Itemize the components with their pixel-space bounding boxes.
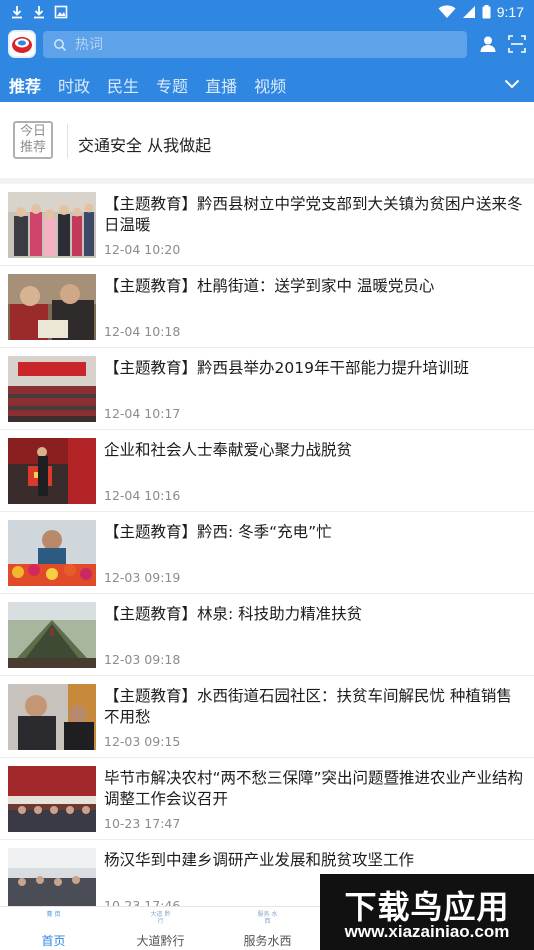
tab-live[interactable]: 直播 (205, 68, 237, 102)
news-thumbnail (8, 602, 96, 668)
category-tabs: 推荐 时政 民生 专题 直播 视频 (0, 68, 534, 102)
search-bar[interactable] (43, 31, 467, 58)
news-title: 【主题教育】林泉: 科技助力精准扶贫 (104, 605, 363, 623)
app-logo-icon (12, 37, 32, 53)
news-title: 【主题教育】水西街道石园社区：扶贫车间解民忧 种植销售不用愁 (104, 687, 512, 726)
battery-icon (482, 5, 491, 19)
home-icon: 育 页 (46, 911, 61, 918)
news-item[interactable]: 【主题教育】黔西: 冬季“充电”忙 12-03 09:19 (0, 512, 534, 594)
watermark: 下载鸟应用 www.xiazainiao.com (320, 874, 534, 950)
chevron-down-icon (504, 79, 520, 89)
news-time: 10-23 17:47 (104, 816, 181, 831)
tab-recommend[interactable]: 推荐 (9, 68, 41, 102)
user-button[interactable] (476, 32, 500, 56)
news-thumbnail (8, 438, 96, 504)
image-icon (54, 5, 68, 19)
news-title: 【主题教育】黔西: 冬季“充电”忙 (104, 523, 332, 541)
nav-service[interactable]: 服务 水西 服务水西 (214, 907, 321, 950)
news-title: 杨汉华到中建乡调研产业发展和脱贫攻坚工作 (104, 851, 415, 869)
app-logo[interactable] (8, 30, 36, 58)
news-item[interactable]: 【主题教育】林泉: 科技助力精准扶贫 12-03 09:18 (0, 594, 534, 676)
signal-icon (462, 6, 475, 18)
scan-icon (508, 35, 526, 53)
news-thumbnail (8, 684, 96, 750)
news-time: 12-04 10:18 (104, 324, 181, 339)
app-header: 推荐 时政 民生 专题 直播 视频 (0, 24, 534, 102)
tab-video[interactable]: 视频 (254, 68, 286, 102)
recommend-badge-line1: 今日 (19, 124, 46, 139)
tabs-expand-button[interactable] (500, 72, 524, 96)
user-icon (480, 36, 496, 52)
tab-livelihood[interactable]: 民生 (107, 68, 139, 102)
news-time: 12-03 09:15 (104, 734, 181, 749)
today-recommend[interactable]: 今日 推荐 交通安全 从我做起 (0, 102, 534, 184)
news-thumbnail (8, 192, 96, 258)
news-thumbnail (8, 766, 96, 832)
news-time: 12-04 10:16 (104, 488, 181, 503)
news-item[interactable]: 【主题教育】水西街道石园社区：扶贫车间解民忧 种植销售不用愁 12-03 09:… (0, 676, 534, 758)
watermark-url: www.xiazainiao.com (344, 922, 510, 941)
tab-politics[interactable]: 时政 (58, 68, 90, 102)
dadao-icon: 大道 黔行 (150, 911, 171, 925)
news-item[interactable]: 【主题教育】杜鹃街道：送学到家中 温暖党员心 12-04 10:18 (0, 266, 534, 348)
nav-label: 服务水西 (243, 934, 292, 948)
news-time: 12-04 10:20 (104, 242, 181, 257)
recommend-badge: 今日 推荐 (13, 121, 53, 159)
news-time: 12-03 09:19 (104, 570, 181, 585)
status-bar: 9:17 (0, 0, 534, 24)
nav-home[interactable]: 育 页 首页 (0, 907, 107, 950)
service-icon: 服务 水西 (257, 911, 278, 925)
status-right: 9:17 (438, 4, 524, 20)
news-item[interactable]: 【主题教育】黔西县举办2019年干部能力提升培训班 12-04 10:17 (0, 348, 534, 430)
scan-button[interactable] (505, 32, 529, 56)
news-item[interactable]: 毕节市解决农村“两不愁三保障”突出问题暨推进农业产业结构调整工作会议召开 10-… (0, 758, 534, 840)
recommend-badge-line2: 推荐 (19, 140, 46, 155)
news-list: 【主题教育】黔西县树立中学党支部到大关镇为贫困户送来冬日温暖 12-04 10:… (0, 184, 534, 922)
tab-topics[interactable]: 专题 (156, 68, 188, 102)
header-top-row (0, 24, 534, 64)
search-input[interactable] (75, 36, 435, 53)
wifi-icon (438, 5, 456, 18)
news-thumbnail (8, 274, 96, 340)
recommend-title[interactable]: 交通安全 从我做起 (78, 132, 211, 156)
status-time: 9:17 (496, 4, 524, 20)
news-thumbnail (8, 520, 96, 586)
news-item[interactable]: 企业和社会人士奉献爱心聚力战脱贫 12-04 10:16 (0, 430, 534, 512)
nav-label: 大道黔行 (136, 934, 185, 948)
news-title: 【主题教育】黔西县举办2019年干部能力提升培训班 (104, 359, 469, 377)
download-icon (12, 6, 22, 19)
news-time: 12-03 09:18 (104, 652, 181, 667)
news-thumbnail (8, 848, 96, 914)
status-left-icons (10, 5, 68, 19)
news-title: 毕节市解决农村“两不愁三保障”突出问题暨推进农业产业结构调整工作会议召开 (104, 769, 524, 808)
divider (67, 124, 68, 158)
news-title: 【主题教育】杜鹃街道：送学到家中 温暖党员心 (104, 277, 435, 295)
nav-dadao[interactable]: 大道 黔行 大道黔行 (107, 907, 214, 950)
download-icon (34, 6, 44, 19)
search-icon (54, 38, 67, 51)
news-thumbnail (8, 356, 96, 422)
news-title: 企业和社会人士奉献爱心聚力战脱贫 (104, 441, 353, 459)
news-item[interactable]: 【主题教育】黔西县树立中学党支部到大关镇为贫困户送来冬日温暖 12-04 10:… (0, 184, 534, 266)
news-title: 【主题教育】黔西县树立中学党支部到大关镇为贫困户送来冬日温暖 (104, 195, 523, 234)
nav-label: 首页 (41, 934, 66, 948)
news-time: 12-04 10:17 (104, 406, 181, 421)
